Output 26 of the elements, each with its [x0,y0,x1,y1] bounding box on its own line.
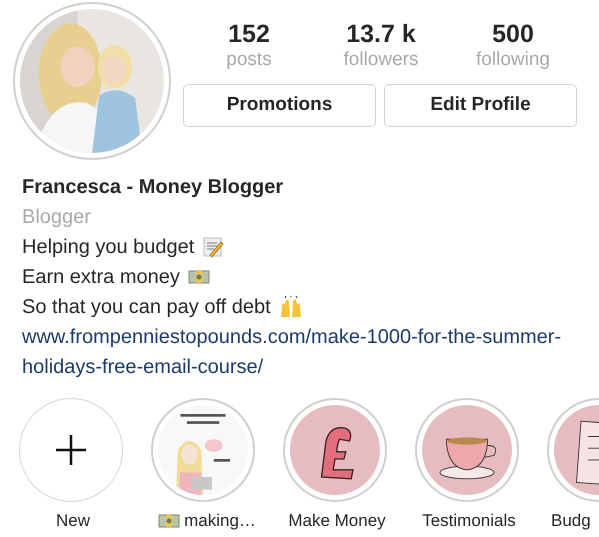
memo-icon [202,236,224,258]
stat-count: 13.7 k [346,20,416,48]
bio-line: Earn extra money [22,265,180,290]
money-icon [158,513,180,529]
category-label: Blogger [22,205,92,230]
stat-count: 152 [228,20,270,48]
profile-name: Francesca - Money Blogger [22,175,284,200]
plus-icon [56,435,86,465]
profile-button[interactable]: Edit Profile [384,84,577,127]
highlight-cover[interactable] [151,398,255,502]
highlight-label[interactable]: New [56,510,90,532]
website-link[interactable]: www.frompenniestopounds.com/make-1000-for-the-summer-holidays-free-email-course/ [22,322,562,382]
raised-hands-icon [278,296,303,318]
profile-button[interactable]: Promotions [183,84,376,127]
bio-line: So that you can pay off debt [22,295,271,320]
stat-label: followers [344,48,418,72]
money-icon [188,269,210,285]
stat-label: following [476,48,550,72]
stat-label: posts [226,48,272,72]
stat-count: 500 [492,20,534,48]
bio-line: Helping you budget [22,235,194,260]
highlight-label[interactable]: Budg [551,510,591,532]
highlight-cover[interactable] [283,398,387,502]
highlight-label[interactable]: Testimonials [422,510,516,532]
highlight-label[interactable]: making… [184,510,256,532]
highlight-label[interactable]: Make Money [288,510,386,532]
